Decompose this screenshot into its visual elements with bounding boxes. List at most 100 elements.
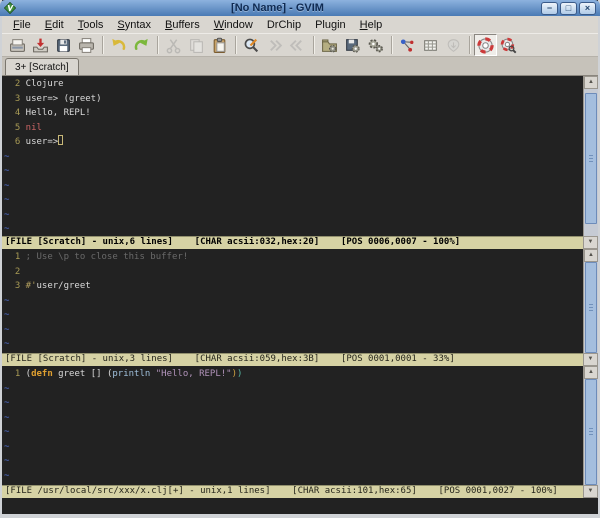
save-session-button[interactable] xyxy=(341,34,364,56)
empty-line: ~ xyxy=(4,396,583,411)
menu-file[interactable]: File xyxy=(6,18,38,32)
command-line[interactable] xyxy=(2,498,598,514)
editor-pane-2[interactable]: 1 ; Use \p to close this buffer! 2 3 #'user/… xyxy=(2,249,583,353)
line-number: 1 xyxy=(14,252,21,262)
scrollbar-track[interactable] xyxy=(584,89,598,236)
scrollbar-down-icon[interactable]: ▼ xyxy=(583,353,598,366)
scrollbar-pane-1[interactable]: ▲ xyxy=(583,76,598,236)
menu-syntax[interactable]: Syntax xyxy=(110,18,158,32)
run-script-button[interactable] xyxy=(364,34,387,56)
code-segment: ) xyxy=(237,369,243,379)
scrollbar-thumb[interactable] xyxy=(585,93,597,225)
scrollbar-track[interactable] xyxy=(584,379,598,485)
menu-mnemonic: B xyxy=(165,18,173,31)
statusline-3[interactable]: [FILE /usr/local/src/xxx/x.clj[+] - unix… xyxy=(2,485,583,498)
find-next-button xyxy=(263,34,286,56)
scrollbar-down-icon[interactable]: ▼ xyxy=(583,236,598,249)
code-segment: defn xyxy=(31,369,53,379)
scrollbar-pane-3[interactable]: ▲ xyxy=(583,366,598,485)
toolbar-separator xyxy=(313,36,314,54)
vim-help-icon xyxy=(477,36,494,54)
menu-edit[interactable]: Edit xyxy=(38,18,71,32)
scrollbar-pane-2[interactable]: ▲ xyxy=(583,249,598,353)
save-session-icon xyxy=(346,38,360,53)
empty-line: ~ xyxy=(4,440,583,455)
print-button[interactable] xyxy=(75,34,98,56)
buffer-line: 2 xyxy=(4,265,583,280)
tilde-marker: ~ xyxy=(4,180,10,191)
statusline-2[interactable]: [FILE [Scratch] - unix,3 lines] [CHAR ac… xyxy=(2,353,583,366)
menu-drchip[interactable]: DrChip xyxy=(260,18,308,32)
open-icon xyxy=(10,38,25,52)
empty-line: ~ xyxy=(4,208,583,223)
code-segment: ; Use \p to close this buffer! xyxy=(25,252,189,262)
tilde-marker: ~ xyxy=(4,398,10,408)
toolbar-separator xyxy=(469,36,470,54)
scrollbar-up-icon[interactable]: ▲ xyxy=(584,366,598,379)
tilde-marker: ~ xyxy=(4,195,10,205)
toolbar-separator xyxy=(235,36,236,54)
scrollbar-up-icon[interactable]: ▲ xyxy=(584,76,598,89)
cut-icon xyxy=(166,38,181,53)
editor-pane-3[interactable]: 1 (defn greet [] (println "Hello, REPL!")… xyxy=(2,366,583,485)
menu-mnemonic: T xyxy=(77,18,84,31)
tilde-marker: ~ xyxy=(4,310,10,320)
code-segment: Clojure xyxy=(25,79,64,89)
titlebar: [No Name] - GVIM − □ × xyxy=(0,0,600,16)
scrollbar-up-icon[interactable]: ▲ xyxy=(584,249,598,262)
paste-button[interactable] xyxy=(208,34,231,56)
empty-line: ~ xyxy=(4,222,583,236)
toolbar-separator xyxy=(157,36,158,54)
menu-plugin[interactable]: Plugin xyxy=(308,18,353,32)
make-button[interactable] xyxy=(396,34,419,56)
empty-line: ~ xyxy=(4,164,583,179)
empty-line: ~ xyxy=(4,411,583,426)
jump-tag-icon xyxy=(447,38,460,52)
load-session-icon xyxy=(322,38,337,52)
save-button[interactable] xyxy=(29,34,52,56)
maximize-button[interactable]: □ xyxy=(560,1,577,15)
code-segment: greet [] xyxy=(52,369,107,379)
line-number: 3 xyxy=(14,93,21,104)
build-tags-button[interactable] xyxy=(419,34,442,56)
scrollbar-thumb[interactable] xyxy=(585,262,597,353)
save-all-button[interactable] xyxy=(52,34,75,56)
tilde-marker: ~ xyxy=(4,166,10,176)
scrollbar-track[interactable] xyxy=(584,262,598,353)
pane-row-3: 1 (defn greet [] (println "Hello, REPL!")… xyxy=(2,366,598,485)
scrollbar-down-icon[interactable]: ▼ xyxy=(583,485,598,498)
undo-button[interactable] xyxy=(107,34,130,56)
toolbar-separator xyxy=(102,36,103,54)
menu-mnemonic: H xyxy=(359,18,368,31)
menu-tools[interactable]: Tools xyxy=(71,18,111,32)
editor-pane-1[interactable]: 2 Clojure 3 user=> (greet) 4 Hello, REPL! 5 nil… xyxy=(2,76,583,236)
make-icon xyxy=(400,38,414,52)
load-session-button[interactable] xyxy=(318,34,341,56)
find-button[interactable] xyxy=(240,34,263,56)
menu-window[interactable]: Window xyxy=(207,18,260,32)
code-segment: println xyxy=(112,369,151,379)
code-segment: nil xyxy=(25,122,42,133)
open-button[interactable] xyxy=(6,34,29,56)
statusline-row-3: [FILE /usr/local/src/xxx/x.clj[+] - unix… xyxy=(2,485,598,498)
vim-help-button[interactable] xyxy=(474,34,497,56)
find-prev-button xyxy=(286,34,309,56)
window-title: [No Name] - GVIM xyxy=(231,2,324,14)
menu-help[interactable]: Help xyxy=(353,18,390,32)
pane-row-1: 2 Clojure 3 user=> (greet) 4 Hello, REPL! 5 nil… xyxy=(2,76,598,236)
close-button[interactable]: × xyxy=(579,1,596,15)
redo-button[interactable] xyxy=(130,34,153,56)
menu-buffers[interactable]: Buffers xyxy=(158,18,207,32)
find-help-button[interactable] xyxy=(497,34,520,56)
print-icon xyxy=(79,37,94,53)
jump-tag-button xyxy=(442,34,465,56)
empty-line: ~ xyxy=(4,382,583,397)
cut-button xyxy=(162,34,185,56)
minimize-button[interactable]: − xyxy=(541,1,558,15)
statusline-row-2: [FILE [Scratch] - unix,3 lines] [CHAR ac… xyxy=(2,353,598,366)
copy-icon xyxy=(190,38,203,53)
statusline-1[interactable]: [FILE [Scratch] - unix,6 lines] [CHAR ac… xyxy=(2,236,583,249)
code-segment: #' xyxy=(25,281,37,291)
scrollbar-thumb[interactable] xyxy=(585,379,597,485)
tab-scratch[interactable]: 3+ [Scratch] xyxy=(5,58,79,75)
